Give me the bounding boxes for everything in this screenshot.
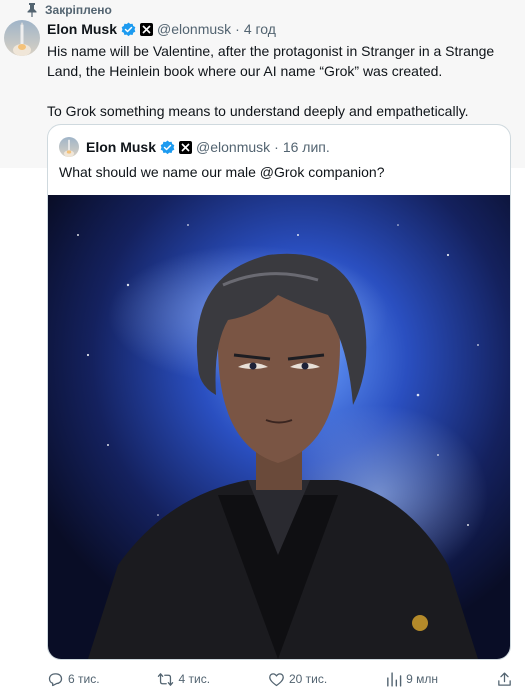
- x-affiliate-badge-icon[interactable]: [179, 140, 193, 154]
- tweet-body: His name will be Valentine, after the pr…: [47, 41, 507, 121]
- analytics-icon: [387, 671, 402, 687]
- quoted-tweet-header: Elon Musk @elonmusk · 16 лип.: [59, 136, 330, 158]
- author-avatar[interactable]: [4, 20, 40, 56]
- tweet-header: Elon Musk @elonmusk · 4 год: [47, 19, 276, 39]
- quoted-tweet-text: What should we name our male @Grok compa…: [59, 164, 385, 180]
- pin-icon: [27, 3, 37, 17]
- x-affiliate-badge-icon[interactable]: [140, 22, 154, 36]
- heart-icon: [269, 672, 284, 686]
- quoted-author-avatar[interactable]: [59, 137, 79, 157]
- views-button[interactable]: 9 млн: [385, 671, 438, 688]
- quoted-author-name[interactable]: Elon Musk: [86, 139, 156, 155]
- repost-icon: [158, 672, 174, 686]
- meta-separator: ·: [274, 139, 279, 155]
- tweet-actions-bar: 6 тис. 4 тис. 20 тис. 9 млн: [47, 668, 513, 690]
- tweet-paragraph: To Grok something means to understand de…: [47, 103, 469, 119]
- verified-badge-icon[interactable]: [160, 140, 175, 155]
- share-icon: [498, 671, 511, 686]
- quoted-tweet-card[interactable]: Elon Musk @elonmusk · 16 лип. What shoul…: [47, 124, 511, 660]
- reply-count: 6 тис.: [68, 672, 100, 686]
- quoted-tweet-image[interactable]: [48, 195, 510, 659]
- share-button[interactable]: [496, 671, 513, 688]
- author-name[interactable]: Elon Musk: [47, 21, 117, 37]
- quoted-author-handle[interactable]: @elonmusk: [196, 139, 270, 155]
- anime-character-image: [48, 195, 510, 659]
- meta-separator: ·: [235, 21, 240, 37]
- pinned-label: Закріплено: [45, 3, 112, 17]
- repost-button[interactable]: 4 тис.: [157, 671, 210, 688]
- quoted-tweet-timestamp[interactable]: 16 лип.: [283, 139, 330, 155]
- tweet-timestamp[interactable]: 4 год: [244, 21, 276, 37]
- author-handle[interactable]: @elonmusk: [157, 21, 231, 37]
- rocket-launch-avatar-image: [59, 137, 79, 157]
- reply-button[interactable]: 6 тис.: [47, 671, 100, 688]
- reply-icon: [48, 672, 63, 686]
- view-count: 9 млн: [406, 672, 439, 686]
- like-count: 20 тис.: [288, 672, 328, 686]
- tweet-paragraph: His name will be Valentine, after the pr…: [47, 43, 495, 79]
- rocket-launch-avatar-image: [4, 20, 40, 56]
- verified-badge-icon[interactable]: [121, 22, 136, 37]
- pinned-indicator: Закріплено: [27, 2, 112, 18]
- repost-count: 4 тис.: [178, 672, 211, 686]
- like-button[interactable]: 20 тис.: [268, 671, 327, 688]
